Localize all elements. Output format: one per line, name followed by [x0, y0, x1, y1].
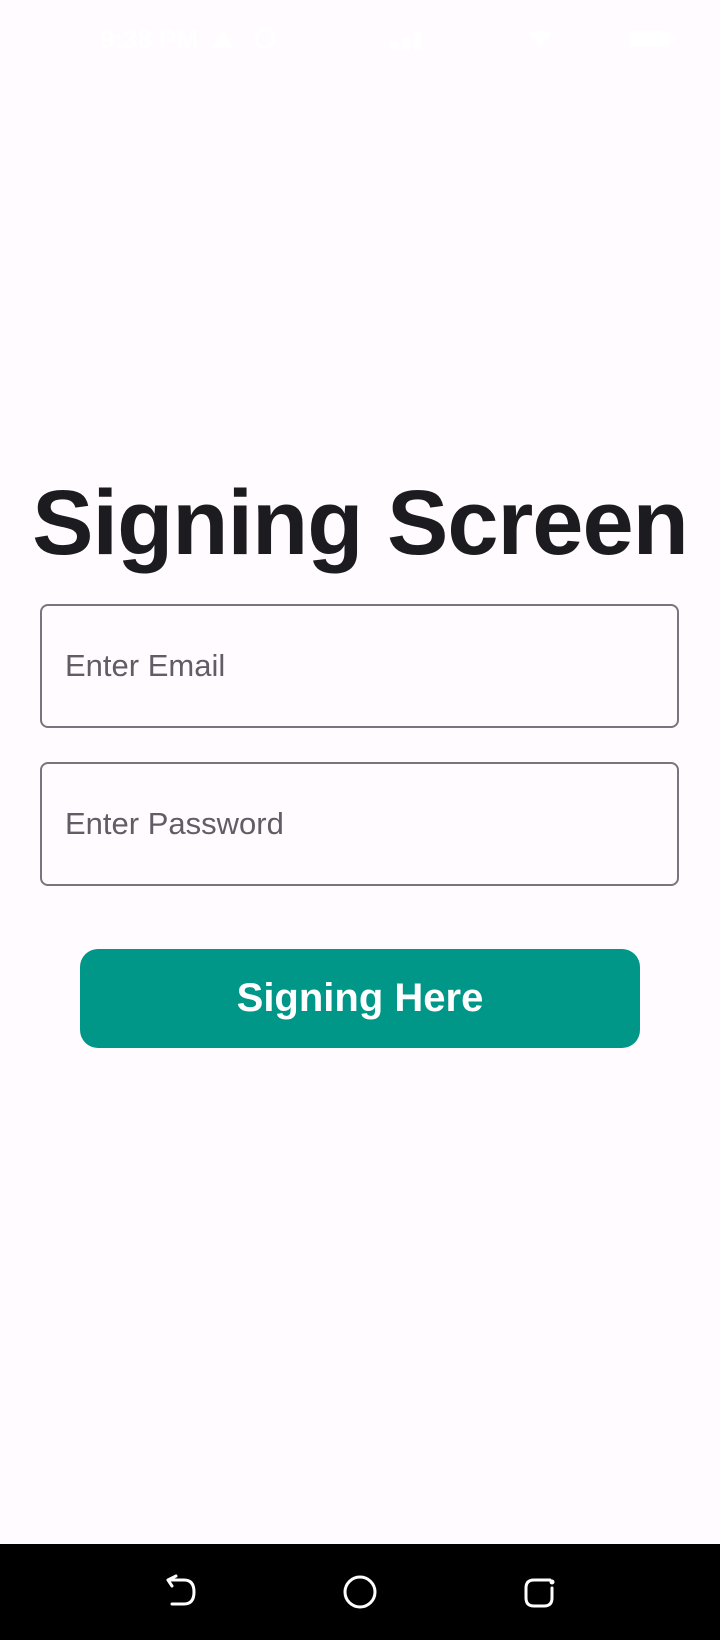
back-icon[interactable]: [154, 1566, 206, 1618]
navigation-bar: [0, 1544, 720, 1640]
email-field[interactable]: [40, 604, 679, 728]
sync-icon: [254, 28, 276, 50]
page-title: Signing Screen: [32, 472, 689, 574]
password-input[interactable]: [42, 764, 677, 884]
status-indicators: [390, 30, 675, 50]
recent-apps-icon[interactable]: [514, 1566, 566, 1618]
email-input[interactable]: [42, 606, 677, 726]
status-time: 9:38 PM: [100, 24, 199, 54]
home-icon[interactable]: [334, 1566, 386, 1618]
battery-icon: [630, 31, 675, 47]
warning-icon: [212, 29, 234, 48]
wifi-icon: [528, 30, 552, 48]
signing-button[interactable]: Signing Here: [80, 949, 640, 1048]
password-field[interactable]: [40, 762, 679, 886]
signal-icon: [390, 32, 422, 50]
status-bar: 9:38 PM: [0, 0, 720, 80]
